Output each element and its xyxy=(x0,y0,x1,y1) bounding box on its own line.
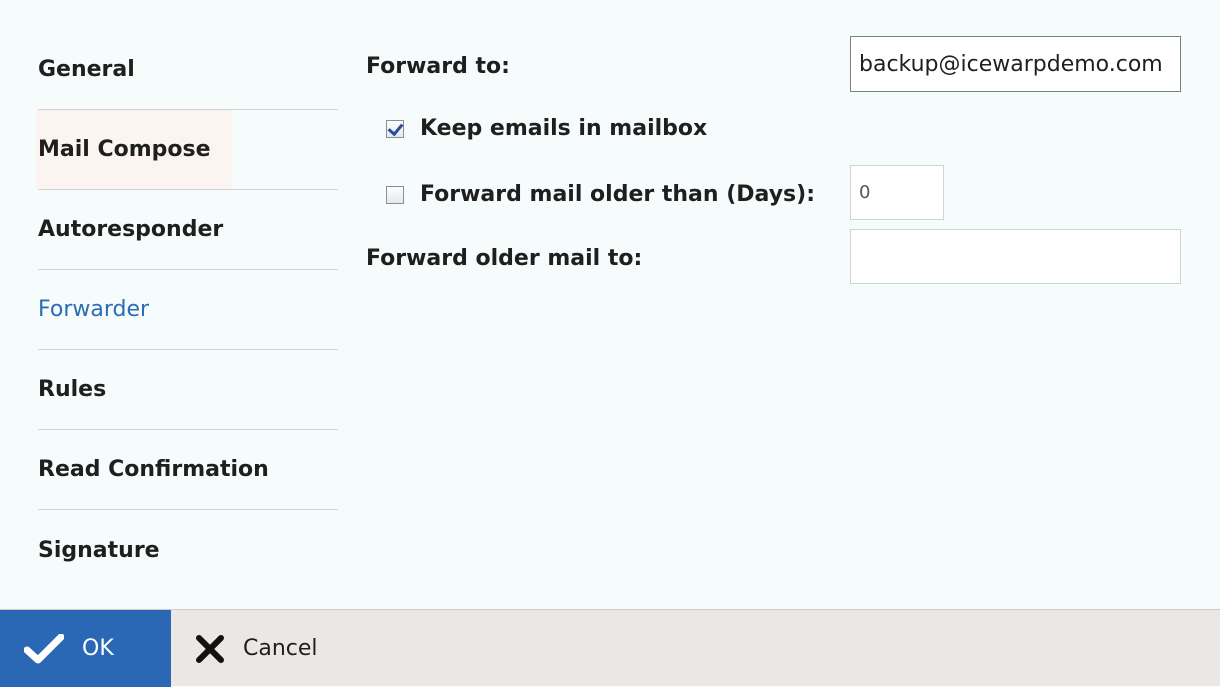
forward-older-to-label: Forward older mail to: xyxy=(366,246,643,271)
forward-older-row[interactable]: Forward mail older than (Days): xyxy=(386,182,815,207)
sidebar-item-rules[interactable]: Rules xyxy=(38,350,338,430)
forward-older-label: Forward mail older than (Days): xyxy=(420,182,815,207)
keep-emails-label: Keep emails in mailbox xyxy=(420,116,708,141)
forward-older-checkbox[interactable] xyxy=(386,185,404,204)
checkmark-icon xyxy=(24,633,64,664)
keep-emails-checkbox[interactable] xyxy=(386,119,404,138)
sidebar-item-signature[interactable]: Signature xyxy=(38,510,338,590)
sidebar-item-forwarder[interactable]: Forwarder xyxy=(38,270,338,350)
sidebar-item-label: Autoresponder xyxy=(38,217,224,242)
sidebar-item-label: Read Confirmation xyxy=(38,457,269,482)
close-icon xyxy=(195,634,225,664)
forward-to-label: Forward to: xyxy=(366,54,510,79)
ok-label: OK xyxy=(82,636,114,661)
sidebar-item-label: Forwarder xyxy=(38,297,150,322)
keep-emails-row[interactable]: Keep emails in mailbox xyxy=(386,116,707,141)
forward-older-to-input[interactable] xyxy=(850,229,1181,284)
sidebar-item-label: Rules xyxy=(38,377,107,402)
sidebar-item-autoresponder[interactable]: Autoresponder xyxy=(38,190,338,270)
cancel-label: Cancel xyxy=(243,636,318,661)
sidebar-item-mail-compose[interactable]: Mail Compose xyxy=(36,110,338,190)
settings-sidebar: General Mail Compose Autoresponder Forwa… xyxy=(36,30,338,590)
forward-to-input[interactable] xyxy=(850,36,1181,92)
sidebar-item-label: Mail Compose xyxy=(38,137,211,162)
cancel-button[interactable]: Cancel xyxy=(171,610,371,687)
sidebar-item-general[interactable]: General xyxy=(38,30,338,110)
dialog-footer: OK Cancel xyxy=(0,609,1220,687)
ok-button[interactable]: OK xyxy=(0,610,171,687)
sidebar-item-label: General xyxy=(38,57,135,82)
forward-older-days-input[interactable] xyxy=(850,165,944,220)
sidebar-item-read-confirmation[interactable]: Read Confirmation xyxy=(38,430,338,510)
sidebar-item-label: Signature xyxy=(38,537,160,563)
